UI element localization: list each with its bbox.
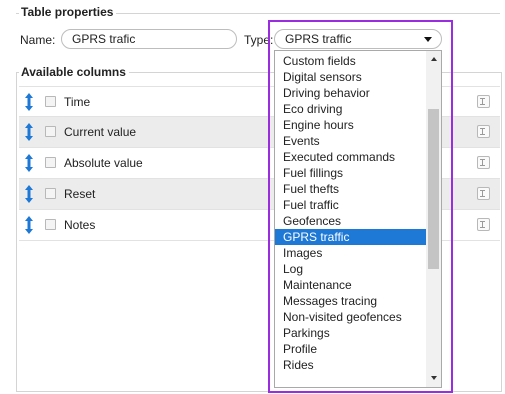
name-input[interactable]: GPRS trafic [61, 29, 237, 49]
column-label: Notes [64, 218, 96, 232]
edit-icon[interactable] [477, 125, 490, 138]
drag-vertical-icon[interactable] [24, 93, 34, 111]
drag-vertical-icon[interactable] [24, 185, 34, 203]
dropdown-option[interactable]: Rides [275, 357, 426, 373]
dropdown-option[interactable]: Events [275, 133, 426, 149]
dropdown-option[interactable]: Fuel fillings [275, 165, 426, 181]
drag-vertical-icon[interactable] [24, 123, 34, 141]
scrollbar-thumb[interactable] [428, 109, 439, 269]
dropdown-scrollbar[interactable] [426, 51, 441, 387]
edit-icon[interactable] [477, 218, 490, 231]
type-dropdown-list[interactable]: Custom fields Digital sensors Driving be… [274, 50, 442, 388]
dropdown-option[interactable]: Non-visited geofences [275, 309, 426, 325]
dropdown-option[interactable]: Eco driving [275, 101, 426, 117]
column-label: Absolute value [64, 156, 143, 170]
edit-icon[interactable] [477, 187, 490, 200]
edit-icon[interactable] [477, 95, 490, 108]
column-label: Current value [64, 125, 137, 139]
dropdown-option[interactable]: Custom fields [275, 53, 426, 69]
dropdown-option[interactable]: Profile [275, 341, 426, 357]
column-checkbox[interactable] [45, 126, 56, 137]
type-label: Type: [244, 33, 274, 47]
name-label: Name: [20, 33, 56, 47]
dropdown-option-selected[interactable]: GPRS traffic [275, 229, 426, 245]
edit-icon[interactable] [477, 156, 490, 169]
dropdown-option[interactable]: Maintenance [275, 277, 426, 293]
column-checkbox[interactable] [45, 219, 56, 230]
column-label: Reset [64, 187, 96, 201]
dropdown-option[interactable]: Fuel thefts [275, 181, 426, 197]
column-checkbox[interactable] [45, 96, 56, 107]
column-label: Time [64, 95, 91, 109]
dropdown-option[interactable]: Engine hours [275, 117, 426, 133]
drag-vertical-icon[interactable] [24, 216, 34, 234]
scroll-up-icon[interactable] [431, 57, 437, 61]
dropdown-option[interactable]: Fuel traffic [275, 197, 426, 213]
available-columns-legend: Available columns [19, 65, 129, 79]
dropdown-option[interactable]: Log [275, 261, 426, 277]
type-select-value: GPRS traffic [285, 32, 352, 46]
dropdown-option[interactable]: Images [275, 245, 426, 261]
dropdown-option[interactable]: Parkings [275, 325, 426, 341]
dropdown-option[interactable]: Geofences [275, 213, 426, 229]
table-properties-legend: Table properties [19, 5, 117, 19]
scroll-down-icon[interactable] [431, 376, 437, 380]
dropdown-option[interactable]: Messages tracing [275, 293, 426, 309]
dropdown-option[interactable]: Executed commands [275, 149, 426, 165]
dropdown-option[interactable]: Digital sensors [275, 69, 426, 85]
drag-vertical-icon[interactable] [24, 154, 34, 172]
type-select[interactable]: GPRS traffic [274, 29, 442, 49]
column-checkbox[interactable] [45, 188, 56, 199]
column-checkbox[interactable] [45, 157, 56, 168]
chevron-down-icon [424, 37, 432, 42]
dropdown-option[interactable]: Driving behavior [275, 85, 426, 101]
